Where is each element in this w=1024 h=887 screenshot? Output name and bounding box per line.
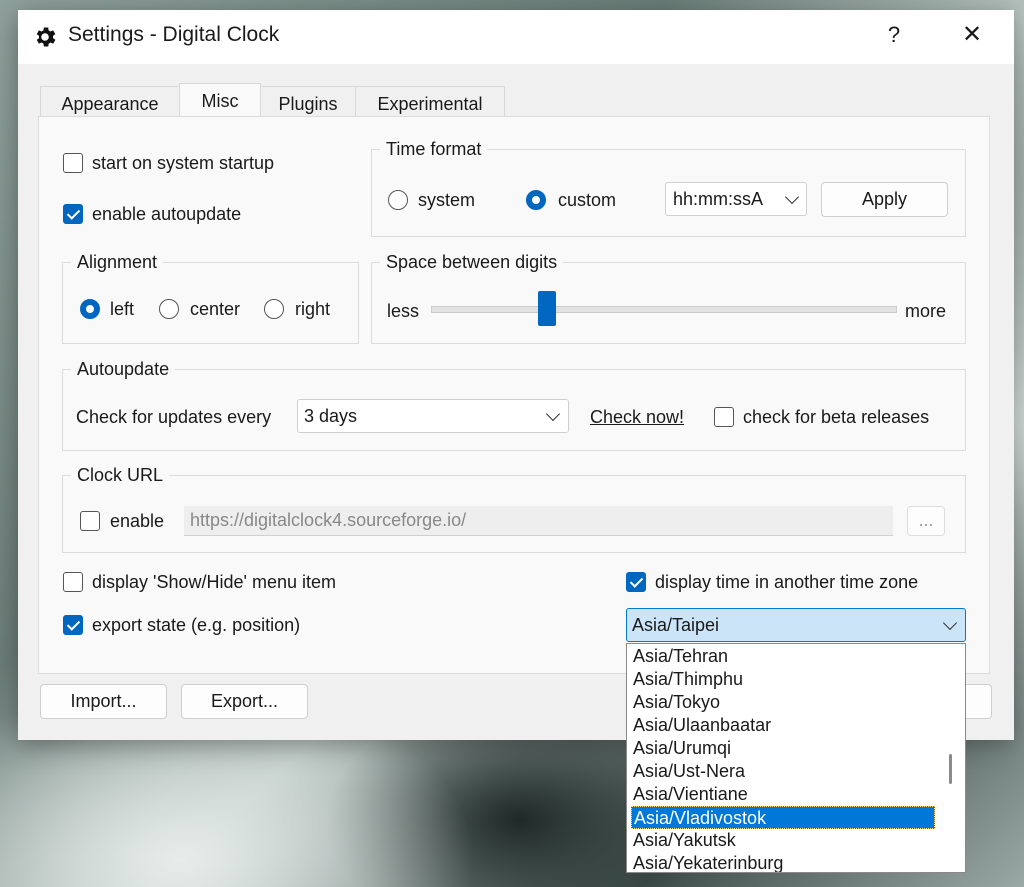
tab-experimental[interactable]: Experimental — [355, 86, 505, 120]
list-item[interactable]: Asia/Urumqi — [631, 737, 935, 760]
list-item[interactable]: Asia/Tehran — [631, 645, 935, 668]
another-timezone-label[interactable]: display time in another time zone — [655, 572, 918, 593]
export-state-label[interactable]: export state (e.g. position) — [92, 615, 300, 636]
close-button[interactable]: ✕ — [952, 20, 992, 52]
spacing-group — [371, 262, 966, 344]
import-button[interactable]: Import... — [40, 684, 167, 719]
autoupdate-title: Autoupdate — [71, 359, 176, 379]
chevron-down-icon — [942, 615, 958, 631]
scrollbar-thumb[interactable] — [949, 754, 952, 784]
list-item[interactable]: Asia/Ulaanbaatar — [631, 714, 935, 737]
time-format-system-label[interactable]: system — [418, 190, 475, 211]
timezone-dropdown-list[interactable]: Asia/Tehran Asia/Thimphu Asia/Tokyo Asia… — [626, 643, 966, 873]
export-state-checkbox[interactable] — [63, 615, 83, 635]
timezone-combobox[interactable]: Asia/Taipei — [626, 608, 966, 642]
spacing-more-label: more — [905, 301, 947, 321]
window-title: Settings - Digital Clock — [68, 23, 280, 46]
chevron-down-icon — [784, 189, 800, 205]
spacing-slider-thumb[interactable] — [538, 291, 557, 326]
clock-url-enable-label[interactable]: enable — [110, 511, 164, 532]
list-item[interactable]: Asia/Ust-Nera — [631, 760, 935, 783]
alignment-title: Alignment — [71, 252, 164, 272]
time-format-custom-radio[interactable] — [526, 190, 546, 210]
list-item[interactable]: Asia/Tokyo — [631, 691, 935, 714]
clock-url-value: https://digitalclock4.sourceforge.io/ — [190, 510, 467, 530]
chevron-down-icon — [545, 406, 561, 422]
timezone-value: Asia/Taipei — [632, 615, 720, 635]
time-format-system-radio[interactable] — [388, 190, 408, 210]
time-format-combobox[interactable]: hh:mm:ssA — [665, 182, 807, 216]
list-item[interactable]: Asia/Thimphu — [631, 668, 935, 691]
spacing-slider-track[interactable] — [431, 306, 897, 313]
align-center-radio[interactable] — [159, 299, 179, 319]
export-button[interactable]: Export... — [181, 684, 308, 719]
help-button[interactable]: ? — [876, 22, 912, 52]
list-item[interactable]: Asia/Yekaterinburg — [631, 852, 935, 872]
list-item[interactable]: Asia/Vientiane — [631, 783, 935, 806]
apply-button[interactable]: Apply — [821, 182, 948, 217]
another-timezone-checkbox[interactable] — [626, 572, 646, 592]
browse-button[interactable]: ... — [907, 506, 945, 536]
tab-misc[interactable]: Misc — [179, 83, 261, 120]
show-hide-checkbox[interactable] — [63, 572, 83, 592]
update-interval-combobox[interactable]: 3 days — [297, 399, 569, 433]
settings-window: Settings - Digital Clock ? ✕ Appearance … — [18, 10, 1014, 740]
dropdown-scrollbar[interactable] — [937, 644, 965, 872]
align-center-label[interactable]: center — [190, 299, 240, 320]
check-now-link[interactable]: Check now! — [590, 407, 684, 428]
clock-url-input[interactable]: https://digitalclock4.sourceforge.io/ — [184, 506, 893, 536]
show-hide-label[interactable]: display 'Show/Hide' menu item — [92, 572, 336, 593]
clock-url-title: Clock URL — [71, 465, 170, 485]
enable-autoupdate-checkbox[interactable] — [63, 204, 83, 224]
gear-icon — [36, 27, 56, 47]
time-format-custom-label[interactable]: custom — [558, 190, 616, 211]
time-format-value: hh:mm:ssA — [673, 189, 764, 209]
beta-releases-checkbox[interactable] — [714, 407, 734, 427]
check-interval-label: Check for updates every — [76, 407, 272, 427]
time-format-title: Time format — [380, 139, 488, 159]
title-bar[interactable]: Settings - Digital Clock ? ✕ — [18, 10, 1014, 64]
clock-url-enable-checkbox[interactable] — [80, 511, 100, 531]
spacing-title: Space between digits — [380, 252, 564, 272]
spacing-less-label: less — [387, 301, 420, 321]
update-interval-value: 3 days — [304, 406, 358, 426]
start-on-startup-label[interactable]: start on system startup — [92, 153, 274, 174]
list-item[interactable]: Asia/Yakutsk — [631, 829, 935, 852]
tab-plugins[interactable]: Plugins — [260, 86, 356, 120]
list-item-selected[interactable]: Asia/Vladivostok — [631, 806, 935, 829]
align-left-label[interactable]: left — [110, 299, 134, 320]
tab-appearance[interactable]: Appearance — [40, 86, 180, 120]
align-right-radio[interactable] — [264, 299, 284, 319]
enable-autoupdate-label[interactable]: enable autoupdate — [92, 204, 241, 225]
align-right-label[interactable]: right — [295, 299, 330, 320]
start-on-startup-checkbox[interactable] — [63, 153, 83, 173]
align-left-radio[interactable] — [80, 299, 100, 319]
beta-releases-label[interactable]: check for beta releases — [743, 407, 929, 428]
